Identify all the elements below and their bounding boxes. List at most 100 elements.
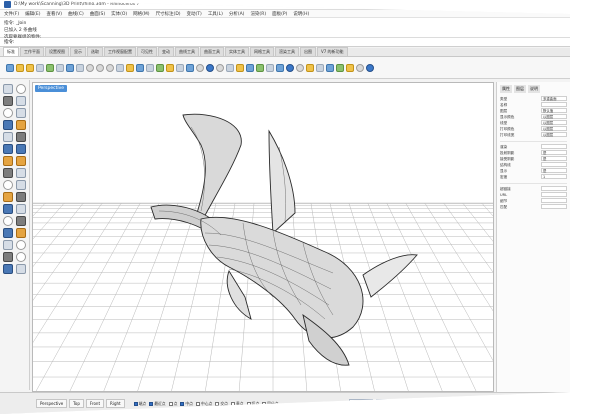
side-tool-icon[interactable]: [3, 156, 13, 166]
osnap-checkbox[interactable]: [149, 401, 154, 406]
mode-toggle[interactable]: 操作轴: [472, 398, 493, 409]
menu-item-10[interactable]: 分析(A): [229, 11, 245, 17]
side-tool-icon[interactable]: [3, 108, 13, 118]
toolbar-tool-icon[interactable]: [296, 63, 304, 72]
tab-2[interactable]: 设置视图: [45, 47, 69, 56]
menu-item-4[interactable]: 曲面(S): [90, 11, 105, 17]
side-tool-icon[interactable]: [16, 168, 26, 178]
tab-8[interactable]: 曲线工具: [175, 47, 199, 56]
toolbar-tool-icon[interactable]: [306, 63, 314, 72]
side-tool-icon[interactable]: [3, 132, 13, 142]
property-value[interactable]: 1: [541, 174, 567, 179]
side-tool-icon[interactable]: [3, 240, 13, 250]
side-tool-icon[interactable]: [16, 108, 26, 118]
view-tab-right[interactable]: Right: [106, 399, 125, 408]
menu-item-2[interactable]: 查看(V): [46, 11, 62, 17]
property-value[interactable]: 多重曲面: [541, 96, 567, 101]
toolbar-tool-icon[interactable]: [106, 63, 114, 72]
toolbar-tool-icon[interactable]: [26, 63, 34, 72]
toolbar-tool-icon[interactable]: [286, 63, 294, 72]
property-value[interactable]: [541, 186, 567, 191]
mode-toggle[interactable]: 智慧轨迹: [446, 398, 470, 409]
toolbar-tool-icon[interactable]: [316, 63, 324, 72]
osnap-toggle[interactable]: 点: [168, 401, 177, 407]
property-value[interactable]: [541, 192, 567, 197]
toolbar-tool-icon[interactable]: [256, 63, 264, 72]
side-tool-icon[interactable]: [3, 192, 13, 202]
mode-toggle[interactable]: 物件锁点: [420, 398, 444, 409]
toolbar-tool-icon[interactable]: [276, 63, 284, 72]
toolbar-tool-icon[interactable]: [96, 63, 104, 72]
menu-item-7[interactable]: 尺寸标注(D): [156, 11, 181, 17]
menu-item-3[interactable]: 曲线(C): [68, 11, 84, 17]
view-tab-perspective[interactable]: Perspective: [36, 399, 68, 408]
toolbar-tool-icon[interactable]: [226, 63, 234, 72]
toolbar-tool-icon[interactable]: [326, 63, 334, 72]
mode-toggle[interactable]: 锁定格点: [349, 398, 373, 409]
osnap-checkbox[interactable]: [195, 401, 200, 406]
perspective-viewport[interactable]: Perspective: [32, 82, 494, 392]
side-tool-icon[interactable]: [16, 84, 26, 94]
menu-item-5[interactable]: 实体(O): [111, 11, 127, 17]
toolbar-tool-icon[interactable]: [86, 63, 94, 72]
tab-6[interactable]: 可见性: [137, 47, 157, 56]
side-tool-icon[interactable]: [3, 96, 13, 106]
toolbar-tool-icon[interactable]: [356, 63, 364, 72]
property-value[interactable]: [541, 144, 567, 149]
osnap-checkbox[interactable]: [215, 401, 220, 406]
osnap-toggle[interactable]: 交点: [215, 401, 228, 407]
toolbar-tool-icon[interactable]: [66, 63, 74, 72]
side-tool-icon[interactable]: [16, 264, 26, 274]
property-value[interactable]: [541, 204, 567, 209]
tab-1[interactable]: 工作平面: [20, 47, 44, 56]
osnap-checkbox[interactable]: [133, 401, 138, 406]
side-tool-icon[interactable]: [16, 192, 26, 202]
properties-tab-1[interactable]: 图层: [514, 85, 526, 93]
side-tool-icon[interactable]: [16, 120, 26, 130]
side-tool-icon[interactable]: [3, 216, 13, 226]
side-tool-icon[interactable]: [16, 204, 26, 214]
menu-item-0[interactable]: 文件(F): [4, 11, 19, 17]
property-value[interactable]: [541, 102, 567, 107]
property-value[interactable]: 是: [541, 156, 567, 161]
view-tab-front[interactable]: Front: [85, 399, 105, 408]
tab-12[interactable]: 渲染工具: [275, 47, 299, 56]
minimize-icon[interactable]: –: [528, 2, 531, 9]
tab-10[interactable]: 实体工具: [225, 47, 249, 56]
toolbar-tool-icon[interactable]: [126, 63, 134, 72]
property-value[interactable]: 以图层: [541, 126, 567, 131]
osnap-toggle[interactable]: 四分点: [262, 401, 279, 407]
toolbar-tool-icon[interactable]: [196, 63, 204, 72]
viewport-canvas[interactable]: [33, 83, 494, 392]
viewport-title[interactable]: Perspective: [35, 85, 68, 92]
mode-toggle[interactable]: 记录建构历史: [495, 398, 526, 409]
toolbar-tool-icon[interactable]: [236, 63, 244, 72]
toolbar-tool-icon[interactable]: [346, 63, 354, 72]
osnap-checkbox[interactable]: [180, 401, 185, 406]
property-value[interactable]: 以图层: [541, 114, 567, 119]
side-tool-icon[interactable]: [3, 204, 13, 214]
side-tool-icon[interactable]: [16, 252, 26, 262]
side-tool-icon[interactable]: [3, 264, 13, 274]
osnap-toggle[interactable]: 最近点: [149, 401, 166, 407]
property-value[interactable]: 默认值: [541, 108, 567, 113]
toolbar-tool-icon[interactable]: [336, 63, 344, 72]
side-tool-icon[interactable]: [16, 180, 26, 190]
property-value[interactable]: 以图层: [541, 120, 567, 125]
properties-tab-2[interactable]: 说明: [528, 85, 540, 93]
tab-5[interactable]: 工作视窗配置: [104, 47, 136, 56]
osnap-checkbox[interactable]: [230, 401, 235, 406]
side-tool-icon[interactable]: [16, 144, 26, 154]
command-prompt[interactable]: 指令:: [0, 38, 570, 47]
tab-14[interactable]: V7 的新功能: [317, 47, 348, 56]
toolbar-tool-icon[interactable]: [146, 63, 154, 72]
tab-9[interactable]: 曲面工具: [200, 47, 224, 56]
toolbar-tool-icon[interactable]: [76, 63, 84, 72]
menu-item-8[interactable]: 变动(T): [187, 11, 202, 17]
toolbar-tool-icon[interactable]: [246, 63, 254, 72]
mode-toggle[interactable]: 平面模式: [394, 398, 418, 409]
side-tool-icon[interactable]: [16, 132, 26, 142]
menu-item-12[interactable]: 面板(P): [272, 11, 287, 17]
toolbar-tool-icon[interactable]: [216, 63, 224, 72]
side-tool-icon[interactable]: [3, 120, 13, 130]
